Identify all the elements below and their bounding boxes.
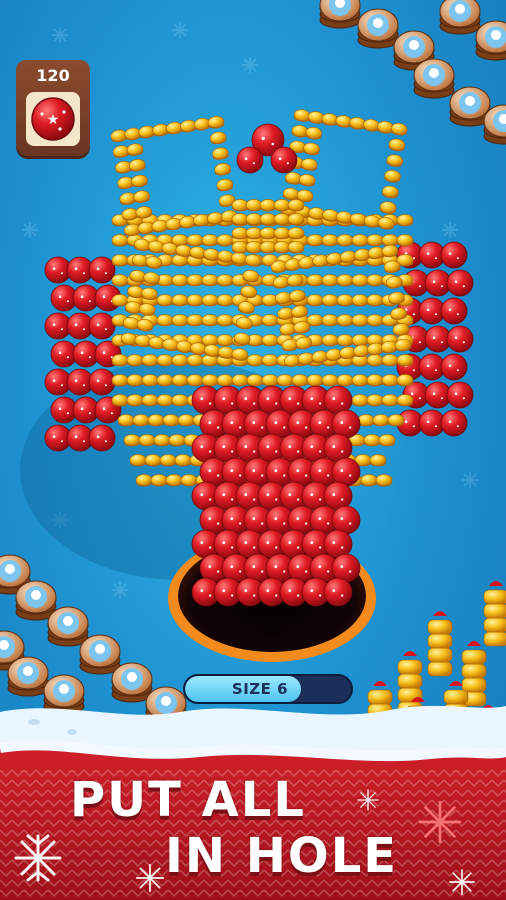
banner-line-1: PUT ALL — [70, 772, 306, 828]
red-ball-column-front — [191, 385, 361, 607]
ball-count: 120 — [36, 66, 70, 85]
banner-line-2: IN HOLE — [165, 828, 399, 884]
ball-counter: 120 ★ — [16, 60, 90, 156]
ball-slot: ★ — [26, 92, 80, 146]
snowman-coin-stacks-bottom — [0, 554, 187, 727]
size-label: SIZE 6 — [231, 680, 289, 698]
size-progress-bar: SIZE 6 — [183, 674, 353, 704]
snowflake-icon — [418, 800, 462, 844]
svg-text:★: ★ — [47, 112, 60, 128]
ball-icon: ★ — [31, 97, 75, 141]
red-ball-cluster-top — [236, 123, 298, 174]
